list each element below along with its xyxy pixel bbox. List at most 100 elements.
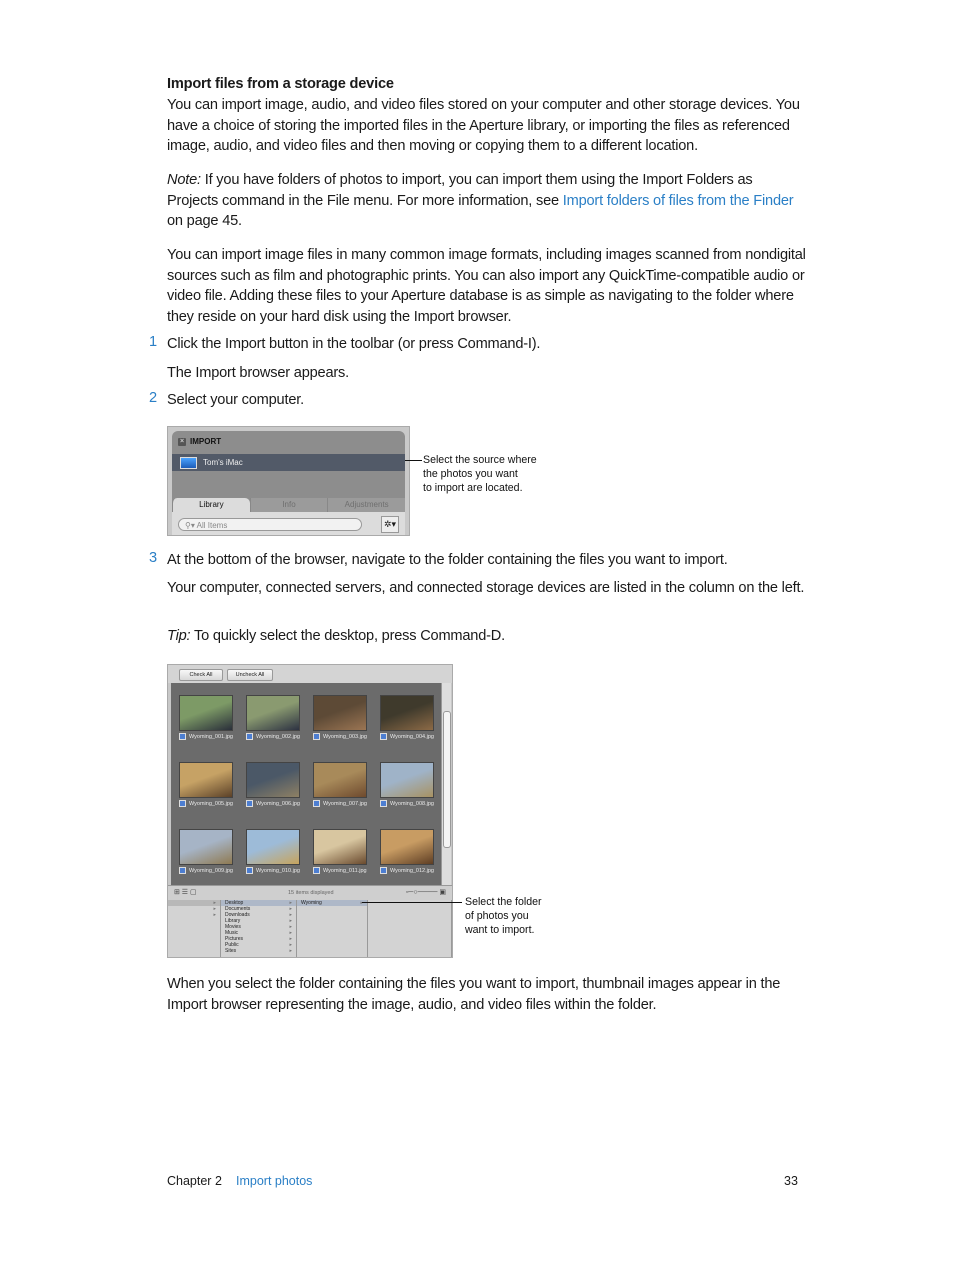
thumbnail-caption: Wyoming_010.jpg — [246, 867, 312, 874]
thumbnail-grid: Wyoming_001.jpg Wyoming_002.jpg Wyoming_00… — [171, 683, 442, 885]
photo-thumbnail[interactable] — [179, 695, 233, 731]
footer-chapter: Chapter 2 — [167, 1174, 222, 1188]
thumbnail-caption: Wyoming_001.jpg — [179, 733, 245, 740]
image-file-icon — [380, 733, 387, 740]
image-file-icon — [313, 733, 320, 740]
callout-folder: Select the folder of photos you want to … — [465, 895, 542, 937]
view-mode-icons[interactable]: ⊞ ☰ ▢ — [174, 888, 197, 896]
source-item[interactable]: Tom's iMac — [172, 454, 405, 471]
step-1-result: The Import browser appears. — [167, 365, 349, 381]
gear-icon[interactable]: ✲▾ — [381, 516, 399, 533]
image-file-icon — [380, 867, 387, 874]
photo-thumbnail[interactable] — [313, 762, 367, 798]
callout-line — [405, 460, 422, 461]
folder-name: Sites — [225, 948, 237, 954]
photo-thumbnail[interactable] — [246, 829, 300, 865]
callout-line-text: to import are located. — [423, 482, 523, 494]
image-file-icon — [380, 800, 387, 807]
step-number: 1 — [149, 334, 158, 350]
thumbnail-filename: Wyoming_008.jpg — [390, 800, 434, 807]
image-file-icon — [179, 733, 186, 740]
disclosure-arrow-icon: ▸ — [289, 948, 292, 954]
note-label: Note: — [167, 172, 201, 188]
import-panel: × IMPORT Tom's iMac Library Info Adjustme… — [172, 431, 406, 535]
thumbnail-size-slider[interactable]: ▫─○──── ▣ — [406, 888, 446, 896]
closing-paragraph: When you select the folder containing th… — [167, 976, 781, 1013]
import-panel-screenshot: × IMPORT Tom's iMac Library Info Adjustme… — [167, 426, 410, 536]
thumbnail-filename: Wyoming_007.jpg — [323, 800, 367, 807]
callout-line — [362, 902, 462, 903]
thumbnail-filename: Wyoming_006.jpg — [256, 800, 300, 807]
footer-section-link[interactable]: Import photos — [236, 1174, 312, 1188]
source-label: Tom's iMac — [203, 458, 243, 467]
inspector-tabs: Library Info Adjustments — [172, 498, 406, 512]
tip-paragraph: Tip: To quickly select the desktop, pres… — [167, 626, 807, 647]
folder-row[interactable]: Sites ▸ — [221, 948, 296, 954]
scroll-thumb[interactable] — [443, 711, 451, 848]
thumbnail-filename: Wyoming_001.jpg — [189, 733, 233, 740]
thumbnail-caption: Wyoming_012.jpg — [380, 867, 446, 874]
photo-thumbnail[interactable] — [313, 695, 367, 731]
photo-thumbnail[interactable] — [380, 829, 434, 865]
callout-line-text: the photos you want — [423, 468, 518, 480]
note-paragraph: Note: If you have folders of photos to i… — [167, 170, 807, 232]
tip-label: Tip: — [167, 628, 191, 644]
thumbnail-caption: Wyoming_002.jpg — [246, 733, 312, 740]
folder-name: Wyoming — [301, 900, 322, 906]
search-input[interactable]: ⚲▾ All Items — [178, 518, 362, 531]
search-bar: ⚲▾ All Items ✲▾ — [172, 512, 405, 535]
callout-line-text: Select the folder — [465, 896, 542, 908]
cross-reference-link[interactable]: Import folders of files from the Finder — [563, 193, 794, 209]
thumbnail-caption: Wyoming_003.jpg — [313, 733, 379, 740]
photo-thumbnail[interactable] — [246, 695, 300, 731]
image-file-icon — [313, 867, 320, 874]
import-title-label: IMPORT — [190, 437, 222, 446]
image-file-icon — [246, 733, 253, 740]
column-subfolders: Wyoming ▸ — [297, 900, 368, 957]
step-2-text: Select your computer. — [167, 392, 304, 408]
page-number: 33 — [784, 1174, 798, 1188]
photo-thumbnail[interactable] — [313, 829, 367, 865]
folder-row[interactable]: Wyoming ▸ — [297, 900, 367, 906]
search-icon: ⚲▾ — [185, 521, 197, 530]
disclosure-arrow-icon: ▸ — [360, 900, 363, 906]
step-number: 3 — [149, 550, 158, 566]
thumbnail-caption: Wyoming_004.jpg — [380, 733, 446, 740]
tab-adjustments[interactable]: Adjustments — [327, 498, 406, 512]
photo-thumbnail[interactable] — [179, 829, 233, 865]
image-file-icon — [246, 800, 253, 807]
section-heading: Import files from a storage device — [167, 76, 394, 92]
thumbnail-caption: Wyoming_009.jpg — [179, 867, 245, 874]
step-number: 2 — [149, 390, 158, 406]
document-page: Import files from a storage device You c… — [0, 0, 954, 1265]
thumbnail-filename: Wyoming_009.jpg — [189, 867, 233, 874]
browser-toolbar: Check All Uncheck All — [168, 665, 452, 683]
callout-line-text: of photos you — [465, 910, 529, 922]
column-folders: Desktop ▸ Documents ▸ Downloads ▸ Library ▸ Movi… — [221, 900, 297, 957]
uncheck-all-button[interactable]: Uncheck All — [227, 669, 273, 681]
tab-library[interactable]: Library — [172, 498, 250, 512]
search-placeholder: All Items — [196, 521, 228, 530]
callout-line-text: want to import. — [465, 924, 535, 936]
folder-row[interactable]: ▸ — [168, 912, 220, 918]
tab-info[interactable]: Info — [249, 498, 328, 512]
close-icon[interactable]: × — [178, 437, 186, 446]
callout-source: Select the source where the photos you w… — [423, 453, 537, 495]
thumbnail-filename: Wyoming_002.jpg — [256, 733, 300, 740]
step-3-text: At the bottom of the browser, navigate t… — [167, 552, 728, 568]
photo-thumbnail[interactable] — [246, 762, 300, 798]
image-file-icon — [246, 867, 253, 874]
photo-thumbnail[interactable] — [380, 695, 434, 731]
step-3-detail: Your computer, connected servers, and co… — [167, 580, 805, 596]
check-all-button[interactable]: Check All — [179, 669, 223, 681]
column-sources: ▸ ▸ ▸ — [168, 900, 221, 957]
intro-paragraph: You can import image, audio, and video f… — [167, 97, 800, 154]
imac-icon — [180, 456, 197, 469]
browser-status-bar: ⊞ ☰ ▢ 15 items displayed ▫─○──── ▣ — [168, 885, 452, 900]
photo-thumbnail[interactable] — [380, 762, 434, 798]
tip-text: To quickly select the desktop, press Com… — [190, 628, 505, 644]
photo-thumbnail[interactable] — [179, 762, 233, 798]
thumbnail-caption: Wyoming_007.jpg — [313, 800, 379, 807]
items-count: 15 items displayed — [288, 890, 334, 896]
vertical-scrollbar[interactable] — [441, 683, 451, 885]
